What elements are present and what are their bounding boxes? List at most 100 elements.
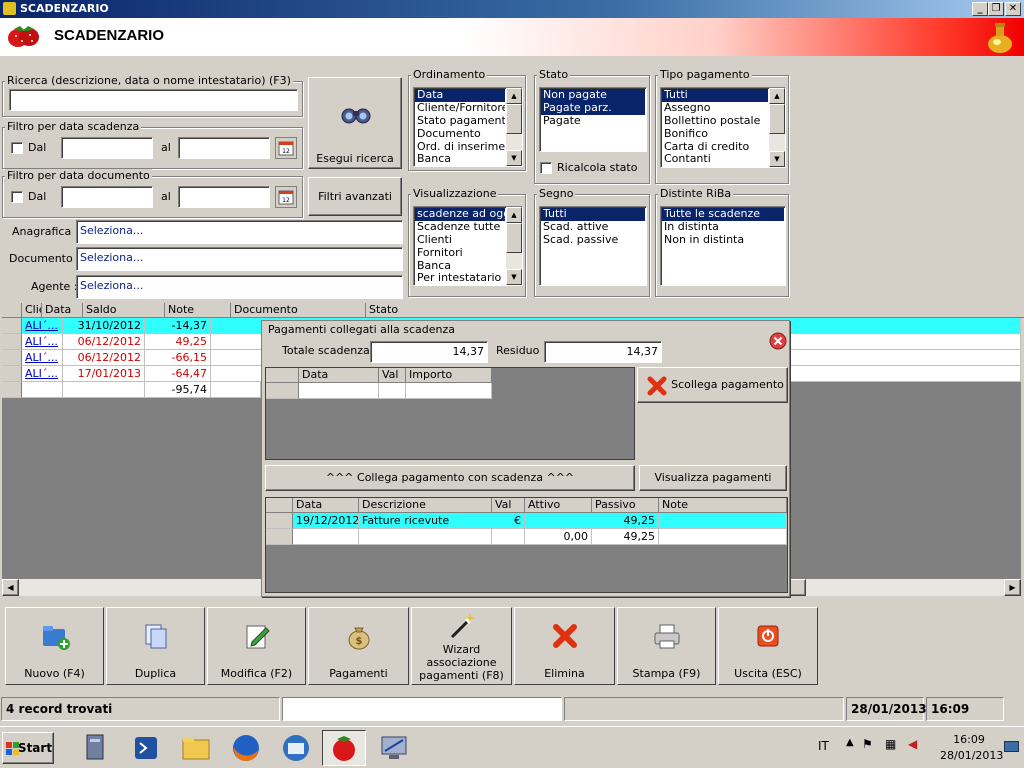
list-item[interactable]: Tutti bbox=[662, 89, 768, 102]
column-header[interactable]: Documento bbox=[231, 303, 366, 318]
show-hidden-icons[interactable]: ▲ bbox=[846, 737, 854, 748]
saldo-cell[interactable]: -64,47 bbox=[145, 366, 211, 382]
close-button[interactable]: ✕ bbox=[1005, 2, 1021, 16]
due-date-from-field[interactable] bbox=[61, 137, 153, 159]
calendar-icon[interactable]: 12 bbox=[275, 186, 297, 208]
flag-icon[interactable]: ⚑ bbox=[862, 737, 873, 751]
taskbar-powershell[interactable] bbox=[124, 730, 168, 766]
doc-date-from-field[interactable] bbox=[61, 186, 153, 208]
saldo-cell[interactable]: -66,15 bbox=[145, 350, 211, 366]
advanced-filters-button[interactable]: Filtri avanzati bbox=[308, 177, 402, 216]
segno-list[interactable]: Tutti Scad. attive Scad. passive bbox=[539, 206, 647, 286]
table-cell[interactable] bbox=[299, 383, 379, 399]
column-header[interactable]: Note bbox=[659, 498, 787, 513]
scroll-right-icon[interactable]: ▶ bbox=[1004, 579, 1021, 596]
payment-currency[interactable]: € bbox=[492, 513, 525, 529]
list-item[interactable]: Non pagate bbox=[541, 89, 645, 102]
payment-description[interactable]: Fatture ricevute bbox=[359, 513, 492, 529]
distinte-list[interactable]: Tutte le scadenze In distinta Non in disti… bbox=[660, 206, 786, 286]
list-item[interactable]: In distinta bbox=[662, 221, 784, 234]
totale-field[interactable]: 14,37 bbox=[370, 341, 488, 363]
ordinamento-list[interactable]: Data Cliente/Fornitore Stato pagamento Docu… bbox=[413, 87, 523, 167]
taskbar-firefox[interactable] bbox=[224, 730, 268, 766]
scroll-up-icon[interactable]: ▲ bbox=[506, 207, 522, 223]
list-item[interactable]: Ord. di inserimento bbox=[415, 141, 505, 154]
column-header[interactable]: Saldo bbox=[83, 303, 165, 318]
row-indicator[interactable] bbox=[2, 366, 22, 382]
list-item[interactable]: Data bbox=[415, 89, 505, 102]
elimina-button[interactable]: Elimina bbox=[514, 607, 615, 685]
column-header[interactable]: Client... bbox=[22, 303, 42, 318]
row-indicator[interactable] bbox=[2, 382, 22, 398]
wizard-button[interactable]: Wizard associazione pagamenti (F8) bbox=[411, 607, 512, 685]
table-cell[interactable] bbox=[406, 383, 492, 399]
scollega-button[interactable]: Scollega pagamento bbox=[637, 367, 788, 403]
nuovo-button[interactable]: Nuovo (F4) bbox=[5, 607, 104, 685]
language-indicator[interactable]: IT bbox=[818, 739, 829, 753]
doc-date-checkbox[interactable] bbox=[11, 191, 23, 203]
start-button[interactable]: Start bbox=[2, 732, 54, 764]
scroll-thumb[interactable] bbox=[506, 104, 522, 134]
list-item[interactable]: Contanti bbox=[662, 153, 768, 166]
agente-select[interactable]: Seleziona... bbox=[76, 275, 403, 299]
list-item[interactable]: Non in distinta bbox=[662, 234, 784, 247]
restore-button[interactable]: ❐ bbox=[988, 2, 1004, 16]
list-item[interactable]: Scad. passive bbox=[541, 234, 645, 247]
scroll-thumb[interactable] bbox=[769, 104, 785, 134]
doc-date-to-field[interactable] bbox=[178, 186, 270, 208]
column-header[interactable]: Descrizione bbox=[359, 498, 492, 513]
clock-time[interactable]: 16:09 bbox=[940, 733, 998, 746]
payment-attivo[interactable] bbox=[525, 513, 592, 529]
column-header[interactable]: Passivo bbox=[592, 498, 659, 513]
column-header[interactable]: Val bbox=[379, 368, 406, 383]
column-header[interactable]: Attivo bbox=[525, 498, 592, 513]
list-item[interactable]: Fornitori bbox=[415, 247, 505, 260]
list-item[interactable]: Clienti bbox=[415, 234, 505, 247]
due-date-to-field[interactable] bbox=[178, 137, 270, 159]
collega-button[interactable]: ^^^ Collega pagamento con scadenza ^^^ bbox=[265, 465, 635, 491]
list-item[interactable]: Cliente/Fornitore bbox=[415, 102, 505, 115]
row-indicator[interactable] bbox=[2, 318, 22, 334]
client-link[interactable]: ALI´... bbox=[22, 334, 63, 350]
column-header[interactable]: Stato bbox=[366, 303, 1024, 318]
show-desktop-button[interactable] bbox=[1004, 741, 1019, 752]
search-input[interactable] bbox=[9, 89, 298, 111]
client-link[interactable]: ALI´... bbox=[22, 366, 63, 382]
close-panel-icon[interactable] bbox=[769, 332, 787, 350]
table-cell[interactable] bbox=[379, 383, 406, 399]
vertical-scrollbar[interactable]: ▲ ▼ bbox=[769, 88, 785, 167]
date-cell[interactable]: 06/12/2012 bbox=[63, 334, 145, 350]
row-indicator[interactable] bbox=[266, 513, 293, 529]
scroll-up-icon[interactable]: ▲ bbox=[769, 88, 785, 104]
documento-select[interactable]: Seleziona... bbox=[76, 247, 403, 271]
scroll-down-icon[interactable]: ▼ bbox=[769, 151, 785, 167]
taskbar-server-manager[interactable] bbox=[74, 730, 118, 766]
taskbar-thunderbird[interactable] bbox=[274, 730, 318, 766]
taskbar-scadenzario[interactable] bbox=[322, 730, 366, 766]
saldo-cell[interactable]: -14,37 bbox=[145, 318, 211, 334]
clock-date[interactable]: 28/01/2013 bbox=[940, 749, 1003, 762]
list-item[interactable]: Pagate parz. bbox=[541, 101, 645, 115]
scroll-left-icon[interactable]: ◀ bbox=[2, 579, 19, 596]
window-title-bar[interactable]: SCADENZARIO _ ❐ ✕ bbox=[0, 0, 1024, 18]
vertical-scrollbar[interactable]: ▲ ▼ bbox=[506, 207, 522, 285]
column-header[interactable]: Data bbox=[293, 498, 359, 513]
volume-muted-icon[interactable]: ◀ bbox=[908, 737, 917, 751]
list-item[interactable]: Per intestatario bbox=[415, 272, 505, 285]
client-link[interactable]: ALI´... bbox=[22, 350, 63, 366]
column-header[interactable]: Note bbox=[165, 303, 231, 318]
payment-passivo[interactable]: 49,25 bbox=[592, 513, 659, 529]
scroll-up-icon[interactable]: ▲ bbox=[506, 88, 522, 104]
tipo-pagamento-list[interactable]: Tutti Assegno Bollettino postale Bonifico Ca… bbox=[660, 87, 786, 168]
modifica-button[interactable]: Modifica (F2) bbox=[207, 607, 306, 685]
network-icon[interactable]: ▦ bbox=[885, 737, 896, 751]
taskbar-remote-desktop[interactable] bbox=[372, 730, 416, 766]
column-header[interactable]: Val bbox=[492, 498, 525, 513]
linked-payments-grid[interactable]: Data Val Importo bbox=[265, 367, 635, 460]
date-cell[interactable]: 31/10/2012 bbox=[63, 318, 145, 334]
anagrafica-select[interactable]: Seleziona... bbox=[76, 220, 403, 244]
pagamenti-button[interactable]: $ Pagamenti bbox=[308, 607, 409, 685]
column-header[interactable]: Data bbox=[42, 303, 83, 318]
scroll-thumb[interactable] bbox=[506, 223, 522, 253]
stato-list[interactable]: Non pagate Pagate parz. Pagate bbox=[539, 87, 647, 152]
